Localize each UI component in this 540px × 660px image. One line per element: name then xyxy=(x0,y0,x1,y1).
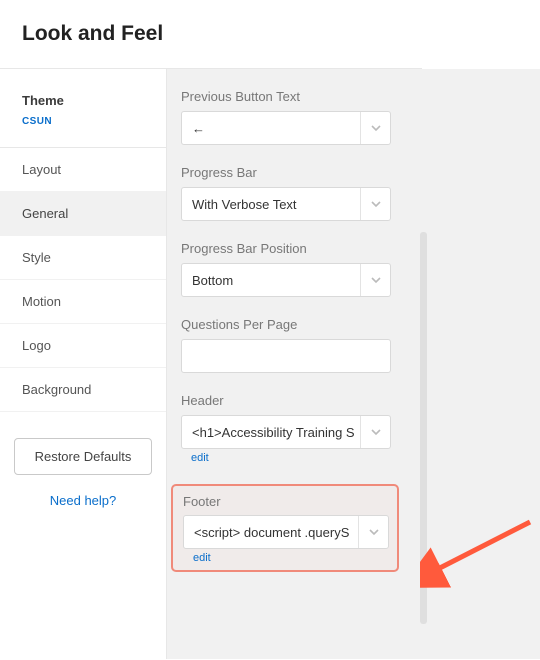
field-prev-button-text: Previous Button Text ← xyxy=(181,89,528,145)
sidebar-item-layout[interactable]: Layout xyxy=(0,148,166,192)
sidebar-item-label: Style xyxy=(22,250,51,265)
field-questions-per-page: Questions Per Page xyxy=(181,317,528,373)
footer-highlight-box: Footer <script> document .queryS edit xyxy=(171,484,399,572)
sidebar-item-general[interactable]: General xyxy=(0,192,166,236)
sidebar-item-label: Motion xyxy=(22,294,61,309)
theme-value: CSUN xyxy=(22,116,166,127)
sidebar-item-logo[interactable]: Logo xyxy=(0,324,166,368)
sidebar: Theme CSUN Layout General Style Motion L… xyxy=(0,69,166,659)
sidebar-item-style[interactable]: Style xyxy=(0,236,166,280)
chevron-down-icon xyxy=(360,264,390,296)
select-value: <script> document .queryS xyxy=(184,516,358,548)
select-value: <h1>Accessibility Training S xyxy=(182,416,360,448)
chevron-down-icon xyxy=(360,416,390,448)
sidebar-item-label: General xyxy=(22,206,68,221)
sidebar-bottom: Restore Defaults Need help? xyxy=(0,412,166,508)
prev-button-select[interactable]: ← xyxy=(181,111,391,145)
progress-bar-position-select[interactable]: Bottom xyxy=(181,263,391,297)
footer-select[interactable]: <script> document .queryS xyxy=(183,515,389,549)
chevron-down-icon xyxy=(360,188,390,220)
field-label: Questions Per Page xyxy=(181,317,528,332)
sidebar-item-background[interactable]: Background xyxy=(0,368,166,412)
progress-bar-select[interactable]: With Verbose Text xyxy=(181,187,391,221)
sidebar-item-label: Layout xyxy=(22,162,61,177)
scrollbar[interactable] xyxy=(420,232,427,624)
footer-edit-link[interactable]: edit xyxy=(193,552,211,564)
field-label: Footer xyxy=(183,494,387,509)
sidebar-item-motion[interactable]: Motion xyxy=(0,280,166,324)
header-edit-link[interactable]: edit xyxy=(191,452,209,464)
content-wrapper: Theme CSUN Layout General Style Motion L… xyxy=(0,68,540,659)
theme-label: Theme xyxy=(22,93,166,108)
field-header: Header <h1>Accessibility Training S edit xyxy=(181,393,528,464)
sidebar-item-label: Background xyxy=(22,382,91,397)
select-value: ← xyxy=(182,112,360,144)
field-label: Header xyxy=(181,393,528,408)
header-select[interactable]: <h1>Accessibility Training S xyxy=(181,415,391,449)
field-label: Progress Bar xyxy=(181,165,528,180)
sidebar-nav: Layout General Style Motion Logo Backgro… xyxy=(0,148,166,412)
theme-block[interactable]: Theme CSUN xyxy=(0,69,166,148)
chevron-down-icon xyxy=(360,112,390,144)
restore-defaults-button[interactable]: Restore Defaults xyxy=(14,438,152,475)
select-value: Bottom xyxy=(182,264,360,296)
field-label: Progress Bar Position xyxy=(181,241,528,256)
settings-panel: Previous Button Text ← Progress Bar With… xyxy=(166,69,540,659)
field-progress-bar-position: Progress Bar Position Bottom xyxy=(181,241,528,297)
field-label: Previous Button Text xyxy=(181,89,528,104)
chevron-down-icon xyxy=(358,516,388,548)
questions-per-page-input[interactable] xyxy=(181,339,391,373)
need-help-link[interactable]: Need help? xyxy=(14,493,152,508)
field-progress-bar: Progress Bar With Verbose Text xyxy=(181,165,528,221)
sidebar-item-label: Logo xyxy=(22,338,51,353)
select-value: With Verbose Text xyxy=(182,188,360,220)
